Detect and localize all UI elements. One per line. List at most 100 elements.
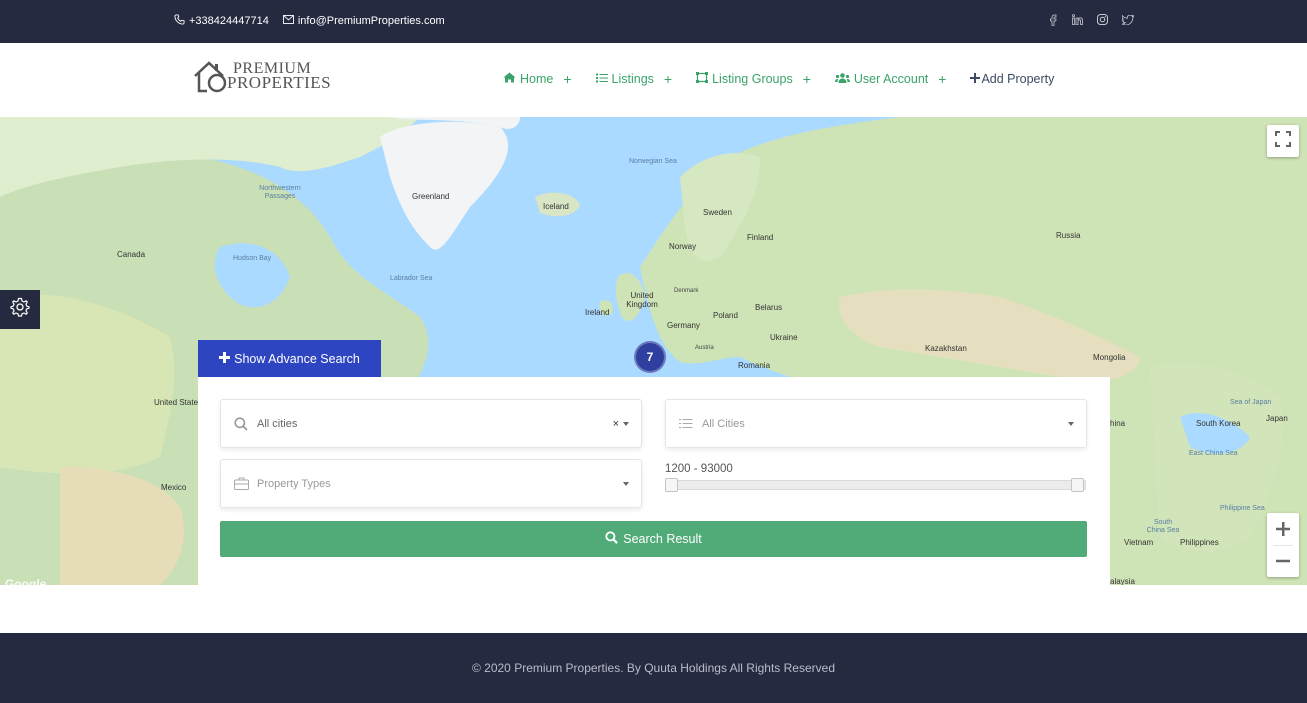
main-nav: Home + Listings + Listing Groups + User … (503, 71, 1054, 87)
map-label-china: hina (1110, 419, 1126, 428)
property-types-select[interactable]: Property Types (220, 459, 642, 508)
map-label-russia: Russia (1056, 231, 1081, 240)
home-icon (503, 72, 516, 86)
logo-line-2: PROPERTIES (227, 73, 332, 92)
map-label-malaysia: alaysia (1110, 577, 1135, 585)
site-header: PREMIUM PROPERTIES Home + Listings + Lis… (0, 43, 1307, 117)
site-footer: © 2020 Premium Properties. By Quuta Hold… (0, 633, 1307, 703)
map-label-united-states: United States (154, 398, 203, 407)
twitter-icon[interactable] (1121, 13, 1134, 26)
nav-user-account-label: User Account (853, 72, 929, 86)
map-label-ukraine: Ukraine (770, 333, 798, 342)
briefcase-icon (233, 476, 249, 492)
map-label-mongolia: Mongolia (1093, 353, 1126, 362)
map-label-norway: Norway (669, 242, 697, 251)
settings-tab[interactable] (0, 290, 40, 329)
users-icon (834, 72, 850, 86)
price-range-slider[interactable] (665, 478, 1086, 492)
map-label-norwegian-sea: Norwegian Sea (629, 158, 677, 165)
nav-home-label: Home (520, 72, 554, 86)
map-label-belarus: Belarus (755, 303, 783, 312)
map-label-east-china-sea: East China Sea (1189, 450, 1238, 457)
nav-listing-groups-expand[interactable]: + (803, 71, 811, 87)
map-marker-cluster[interactable]: 7 (634, 341, 666, 373)
map-label-denmark: Denmark (674, 288, 699, 294)
map-label-united-kingdom: United Kingdom (626, 291, 658, 309)
site-logo[interactable]: PREMIUM PROPERTIES (193, 59, 331, 95)
chevron-down-icon (1068, 421, 1074, 426)
price-range-label: 1200 - 93000 (665, 463, 733, 475)
map-label-austria: Austria (695, 345, 714, 351)
map-label-south-korea: South Korea (1196, 419, 1241, 428)
contact-info: +338424447714 info@PremiumProperties.com (174, 14, 445, 28)
plus-icon (219, 351, 231, 366)
email-address: info@PremiumProperties.com (297, 15, 445, 27)
phone-icon (174, 14, 185, 28)
map-label-sweden: Sweden (703, 208, 732, 217)
nav-listing-groups-label: Listing Groups (712, 72, 793, 86)
chevron-down-icon (623, 481, 629, 486)
instagram-icon[interactable] (1096, 13, 1109, 26)
map-label-hudson-bay: Hudson Bay (233, 255, 272, 262)
nav-listings-label: Listings (611, 72, 654, 86)
map-label-labrador-sea: Labrador Sea (390, 275, 433, 282)
map-label-philippines: Philippines (1180, 538, 1219, 547)
search-panel: All cities × All Cities Property Types 1… (198, 377, 1110, 585)
map-label-iceland: Iceland (543, 202, 569, 211)
map-label-japan: Japan (1266, 414, 1288, 423)
zoom-out-icon (1276, 548, 1290, 574)
map-label-romania: Romania (738, 361, 771, 370)
gear-icon (10, 297, 30, 322)
chevron-down-icon (623, 421, 629, 426)
map-label-kazakhstan: Kazakhstan (925, 344, 967, 353)
zoom-out-button[interactable] (1267, 545, 1299, 577)
email-contact[interactable]: info@PremiumProperties.com (282, 15, 445, 27)
nav-add-property[interactable]: Add Property (970, 72, 1054, 86)
map-label-greenland: Greenland (412, 192, 450, 201)
group-icon (696, 72, 709, 86)
linkedin-icon[interactable] (1071, 13, 1084, 26)
phone-contact[interactable]: +338424447714 (174, 14, 269, 28)
map-label-poland: Poland (713, 311, 738, 320)
price-max-handle[interactable] (1071, 478, 1084, 492)
facebook-icon[interactable] (1046, 13, 1059, 26)
nav-user-account-expand[interactable]: + (938, 71, 946, 87)
cities-select[interactable]: All Cities (665, 399, 1087, 448)
search-result-label: Search Result (623, 532, 702, 546)
fullscreen-button[interactable] (1267, 125, 1299, 157)
map-label-south-china-sea: South China Sea (1146, 519, 1180, 534)
fullscreen-icon (1275, 130, 1291, 152)
show-advance-search-button[interactable]: Show Advance Search (198, 340, 381, 377)
map-label-northwestern-passages: Northwestern Passages (259, 185, 301, 200)
map-label-germany: Germany (667, 321, 700, 330)
city-search-value: All cities (257, 417, 298, 430)
list-icon (678, 416, 694, 432)
nav-user-account[interactable]: User Account + (834, 71, 946, 87)
clear-city-button[interactable]: × (613, 418, 619, 430)
nav-listings[interactable]: Listings + (595, 71, 672, 87)
zoom-divider (1273, 545, 1293, 546)
cities-placeholder: All Cities (702, 417, 745, 430)
google-attribution: Google (5, 577, 47, 585)
search-icon (233, 416, 249, 432)
nav-listings-expand[interactable]: + (664, 71, 672, 87)
map-zoom-controls (1267, 513, 1299, 577)
map-label-sea-of-japan: Sea of Japan (1230, 399, 1272, 406)
plus-icon (970, 72, 981, 86)
map-label-canada: Canada (117, 250, 146, 259)
zoom-in-button[interactable] (1267, 513, 1299, 545)
search-icon (605, 531, 619, 547)
nav-home-expand[interactable]: + (563, 71, 571, 87)
show-advance-search-label: Show Advance Search (234, 351, 360, 366)
zoom-in-icon (1276, 516, 1290, 542)
nav-listing-groups[interactable]: Listing Groups + (696, 71, 811, 87)
search-result-button[interactable]: Search Result (220, 521, 1087, 557)
map-label-vietnam: Vietnam (1124, 538, 1154, 547)
city-search-select[interactable]: All cities × (220, 399, 642, 448)
map-label-mexico: Mexico (161, 483, 187, 492)
price-min-handle[interactable] (665, 478, 678, 492)
nav-add-property-label: Add Property (981, 72, 1055, 86)
property-types-placeholder: Property Types (257, 477, 331, 490)
copyright-text: © 2020 Premium Properties. By Quuta Hold… (471, 661, 835, 675)
nav-home[interactable]: Home + (503, 71, 572, 87)
